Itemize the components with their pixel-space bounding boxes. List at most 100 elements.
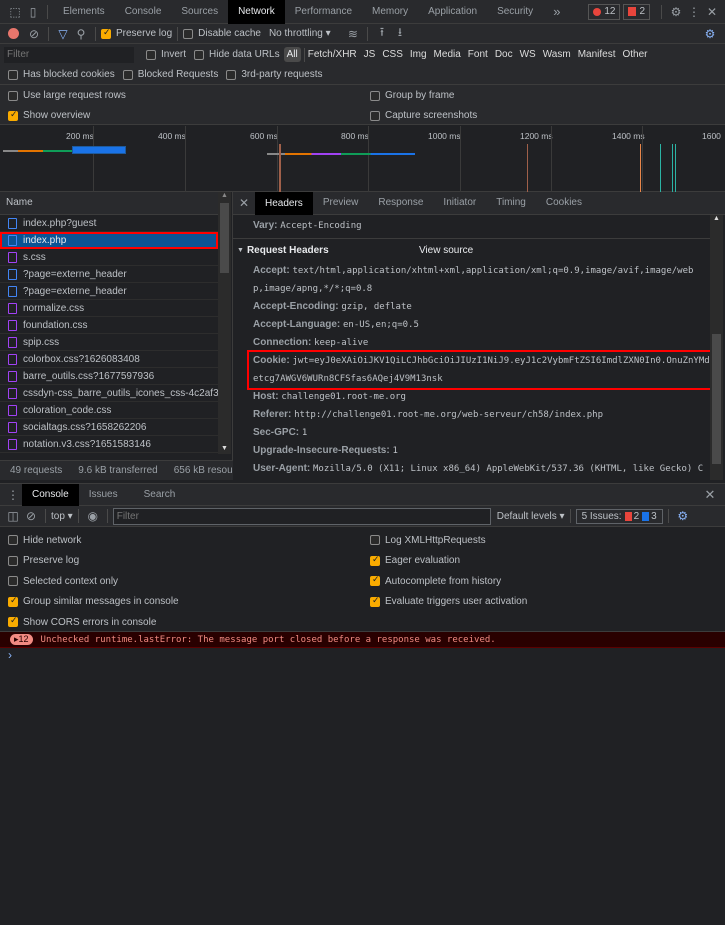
request-row[interactable]: s.css — [0, 249, 218, 266]
view-source-link[interactable]: View source — [419, 245, 473, 256]
tab-sources[interactable]: Sources — [171, 0, 228, 24]
search-icon[interactable]: ⚲ — [72, 25, 90, 43]
scroll-up-icon[interactable]: ▲ — [710, 215, 723, 222]
issues-counter[interactable]: 5 Issues: 2 3 — [575, 508, 663, 524]
request-row[interactable]: coloration_code.css — [0, 402, 218, 419]
tab-console[interactable]: Console — [115, 0, 172, 24]
group-by-frame-checkbox[interactable] — [370, 90, 380, 101]
tab-initiator[interactable]: Initiator — [433, 191, 486, 215]
disable-cache-checkbox[interactable] — [183, 28, 194, 39]
drawer-tab-issues[interactable]: Issues — [79, 483, 128, 507]
has-blocked-cookies-checkbox[interactable] — [8, 69, 18, 80]
type-filter-all[interactable]: All — [283, 47, 301, 62]
request-row[interactable]: ?page=externe_header — [0, 266, 218, 283]
request-list-scrollbar[interactable]: ▲ ▼ — [218, 192, 231, 454]
console-option[interactable]: Preserve log — [0, 551, 362, 572]
type-filter-other[interactable]: Other — [622, 49, 647, 60]
request-row[interactable]: ?page=externe_header — [0, 283, 218, 300]
sidebar-toggle-icon[interactable]: ◫ — [4, 507, 22, 525]
import-har-icon[interactable]: ⭱ — [373, 25, 391, 43]
issue-count-badge[interactable]: 2 — [623, 3, 650, 20]
request-headers-section[interactable]: ▼ Request Headers View source — [233, 239, 710, 262]
option-checkbox[interactable] — [8, 535, 18, 546]
request-row[interactable]: barre_outils.css?1677597936 — [0, 368, 218, 385]
type-filter-media[interactable]: Media — [434, 49, 461, 60]
request-row[interactable]: notation.v3.css?1651583146 — [0, 436, 218, 453]
tab-memory[interactable]: Memory — [362, 0, 418, 24]
console-filter-input[interactable] — [112, 507, 491, 525]
option-checkbox[interactable] — [370, 535, 380, 546]
tab-security[interactable]: Security — [487, 0, 543, 24]
console-settings-icon[interactable]: ⚙ — [674, 507, 692, 525]
scroll-thumb[interactable] — [220, 203, 229, 273]
error-count-badge[interactable]: 12 — [588, 3, 621, 20]
inspect-element-icon[interactable]: ⬚ — [6, 3, 24, 21]
tab-network[interactable]: Network — [228, 0, 285, 24]
type-filter-font[interactable]: Font — [468, 49, 488, 60]
type-filter-css[interactable]: CSS — [382, 49, 403, 60]
blocked-requests-checkbox[interactable] — [122, 69, 133, 80]
tab-headers[interactable]: Headers — [255, 191, 313, 215]
console-option[interactable]: Evaluate triggers user activation — [362, 592, 527, 613]
option-checkbox[interactable] — [370, 554, 380, 566]
live-expression-eye-icon[interactable]: ◉ — [84, 507, 102, 525]
more-options-icon[interactable]: ⋮ — [685, 3, 703, 21]
log-levels-select[interactable]: Default levels ▾ — [497, 511, 565, 522]
export-har-icon[interactable]: ⭳ — [391, 25, 409, 43]
invert-checkbox[interactable] — [146, 49, 156, 60]
type-filter-manifest[interactable]: Manifest — [578, 49, 616, 60]
device-toolbar-icon[interactable]: ▯ — [24, 3, 42, 21]
console-option[interactable]: Show CORS errors in console — [0, 612, 362, 633]
option-checkbox[interactable] — [8, 555, 18, 566]
capture-screenshots-checkbox[interactable] — [370, 110, 380, 121]
tab-cookies[interactable]: Cookies — [536, 191, 592, 215]
clear-console-icon[interactable]: ⊘ — [22, 507, 40, 525]
request-row[interactable]: spip.css — [0, 334, 218, 351]
type-filter-js[interactable]: JS — [364, 49, 376, 60]
option-checkbox[interactable] — [370, 574, 380, 587]
record-button[interactable] — [8, 28, 19, 39]
option-checkbox[interactable] — [8, 576, 18, 587]
tab-performance[interactable]: Performance — [285, 0, 362, 24]
drawer-tab-search[interactable]: Search — [134, 483, 186, 507]
option-checkbox[interactable] — [370, 595, 380, 607]
scroll-up-icon[interactable]: ▲ — [218, 192, 231, 199]
console-option[interactable]: Log XMLHttpRequests — [362, 530, 527, 551]
type-filter-ws[interactable]: WS — [520, 49, 536, 60]
close-devtools-icon[interactable]: ✕ — [703, 3, 721, 21]
more-tabs-button[interactable]: » — [543, 0, 570, 24]
console-error-message[interactable]: ▸12 Unchecked runtime.lastError: The mes… — [0, 632, 725, 648]
request-row[interactable]: socialtags.css?1658262206 — [0, 419, 218, 436]
console-option[interactable]: Autocomplete from history — [362, 571, 527, 592]
type-filter-doc[interactable]: Doc — [495, 49, 513, 60]
scroll-down-icon[interactable]: ▼ — [221, 445, 228, 452]
filter-icon[interactable]: ▽ — [54, 25, 72, 43]
error-repeat-badge[interactable]: ▸12 — [10, 634, 33, 645]
tab-timing[interactable]: Timing — [486, 191, 536, 215]
clear-icon[interactable]: ⊘ — [25, 25, 43, 43]
drawer-menu-icon[interactable]: ⋮ — [4, 486, 22, 504]
close-drawer-icon[interactable]: ✕ — [701, 486, 719, 504]
drawer-tab-console[interactable]: Console — [22, 483, 79, 506]
tab-elements[interactable]: Elements — [53, 0, 115, 24]
option-checkbox[interactable] — [8, 615, 18, 628]
third-party-checkbox[interactable] — [226, 69, 237, 80]
console-option[interactable]: Selected context only — [0, 571, 362, 592]
large-rows-checkbox[interactable] — [8, 90, 18, 101]
console-option[interactable]: Group similar messages in console — [0, 592, 362, 613]
network-settings-icon[interactable]: ⚙ — [701, 25, 719, 43]
network-conditions-icon[interactable]: ≋ — [344, 25, 362, 43]
console-option[interactable]: Eager evaluation — [362, 551, 527, 572]
option-checkbox[interactable] — [8, 595, 18, 607]
network-overview-timeline[interactable]: 200 ms 400 ms 600 ms 800 ms 1000 ms 1200… — [0, 126, 725, 192]
request-row[interactable]: index.php?guest — [0, 215, 218, 232]
close-details-icon[interactable]: ✕ — [235, 194, 253, 212]
scroll-thumb[interactable] — [712, 334, 721, 464]
console-prompt[interactable]: › — [0, 648, 725, 668]
request-row[interactable]: foundation.css — [0, 317, 218, 334]
hide-data-urls-checkbox[interactable] — [194, 49, 205, 60]
type-filter-fetch[interactable]: Fetch/XHR — [308, 49, 357, 60]
settings-gear-icon[interactable]: ⚙ — [667, 3, 685, 21]
type-filter-wasm[interactable]: Wasm — [543, 49, 571, 60]
context-select[interactable]: top ▾ — [51, 511, 73, 522]
